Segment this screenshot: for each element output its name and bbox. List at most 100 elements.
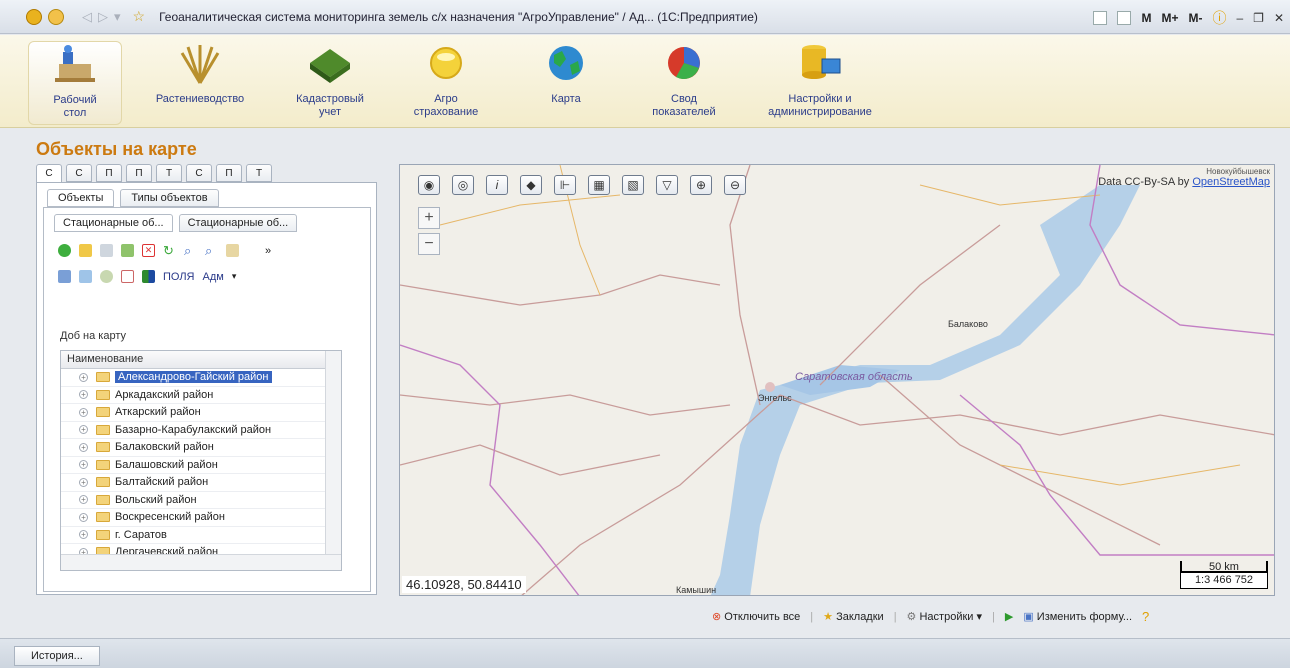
table-row[interactable]: + Вольский район — [61, 492, 341, 509]
table-row[interactable]: + Аркадакский район — [61, 387, 341, 404]
ribbon-settings-label: Настройки и администрирование — [768, 93, 872, 118]
measure-area-icon[interactable]: ▦ — [588, 175, 610, 195]
table-row[interactable]: + Балаковский район — [61, 439, 341, 457]
adm-dropdown[interactable]: Адм — [203, 271, 224, 283]
main-menu-icon[interactable] — [48, 8, 64, 25]
vertical-scrollbar[interactable] — [325, 351, 341, 554]
info-tool-icon[interactable]: i — [486, 175, 508, 195]
expand-icon[interactable]: + — [79, 512, 88, 522]
expand-icon[interactable]: + — [79, 390, 88, 400]
search-icon[interactable]: ⌕ — [184, 244, 197, 257]
letter-tab[interactable]: П — [216, 164, 242, 182]
map-view-icon[interactable] — [79, 270, 92, 283]
help-icon[interactable]: ? — [1142, 609, 1149, 624]
measure-polygon-icon[interactable]: ▧ — [622, 175, 644, 195]
filter-icon[interactable]: ▽ — [656, 175, 678, 195]
memory-minus-button[interactable]: M- — [1188, 11, 1202, 25]
add-icon[interactable] — [58, 244, 71, 257]
calendar-icon[interactable] — [1117, 11, 1132, 25]
zoom-in-button[interactable]: + — [418, 207, 440, 229]
history-button[interactable]: История... — [14, 646, 100, 666]
letter-tab[interactable]: П — [96, 164, 122, 182]
pan-tool-icon[interactable]: ◆ — [520, 175, 542, 195]
zoom-out-button[interactable]: − — [418, 233, 440, 255]
edit-pencil-icon[interactable] — [121, 244, 134, 257]
calculator-icon[interactable] — [1093, 11, 1108, 25]
minimize-button[interactable]: – — [1236, 11, 1243, 25]
target-tool-icon[interactable]: ◎ — [452, 175, 474, 195]
tab-object-types[interactable]: Типы объектов — [120, 189, 219, 207]
expand-icon[interactable]: + — [79, 530, 88, 540]
ribbon-summary[interactable]: Свод показателей — [636, 41, 732, 119]
map-view[interactable]: ◉ ◎ i ◆ ⊩ ▦ ▧ ▽ ⊕ ⊖ + − Новокуйбышевск D… — [399, 164, 1275, 596]
nav-arrows-icon[interactable]: ◁▷▾ — [82, 9, 127, 25]
table-row[interactable]: + Александрово-Гайский район — [61, 369, 341, 387]
ribbon-map-label: Карта — [551, 93, 581, 105]
play-icon[interactable]: ▶ — [1005, 610, 1013, 623]
expand-icon[interactable]: + — [79, 425, 88, 435]
letter-tab[interactable]: С — [186, 164, 212, 182]
table-row[interactable]: + Базарно-Карабулакский район — [61, 422, 341, 439]
1c-logo-icon[interactable] — [26, 8, 42, 25]
settings-button[interactable]: ⚙ Настройки ▾ — [907, 610, 982, 623]
delete-icon[interactable]: ✕ — [142, 244, 155, 257]
table-row[interactable]: + Воскресенский район — [61, 509, 341, 527]
map-toolbar: ◉ ◎ i ◆ ⊩ ▦ ▧ ▽ ⊕ ⊖ — [418, 175, 746, 195]
expand-icon[interactable]: + — [79, 460, 88, 470]
change-form-button[interactable]: ▣ Изменить форму... — [1023, 610, 1132, 623]
expand-icon[interactable]: + — [79, 495, 88, 505]
column-header-name[interactable]: Наименование — [61, 351, 341, 369]
tab-objects[interactable]: Объекты — [47, 189, 115, 207]
tab-stationary-2[interactable]: Стационарные об... — [178, 214, 298, 232]
add-to-map-label[interactable]: Доб на карту — [60, 330, 126, 342]
contour-icon[interactable] — [121, 270, 134, 283]
ribbon-crop[interactable]: Растениеводство — [140, 41, 260, 106]
zoom-in-tool-icon[interactable]: ⊕ — [690, 175, 712, 195]
table-row[interactable]: + Балашовский район — [61, 457, 341, 474]
ribbon-cadastre[interactable]: Кадастровый учет — [280, 41, 380, 119]
folder-icon — [96, 407, 110, 418]
ribbon-settings[interactable]: Настройки и администрирование — [752, 41, 888, 119]
bars-icon[interactable] — [142, 270, 155, 283]
ribbon-map[interactable]: Карта — [520, 41, 612, 106]
adm-dropdown-chevron-icon[interactable]: ▾ — [232, 271, 237, 282]
expand-icon[interactable]: + — [79, 407, 88, 417]
letter-tab[interactable]: Т — [246, 164, 272, 182]
expand-icon[interactable]: + — [79, 442, 88, 452]
horizontal-scrollbar[interactable] — [61, 554, 341, 570]
ribbon-desktop[interactable]: Рабочий стол — [28, 41, 122, 125]
expand-icon[interactable]: + — [79, 372, 88, 382]
favorite-star-icon[interactable]: ☆ — [133, 8, 146, 25]
area-icon[interactable] — [100, 270, 113, 283]
letter-tab[interactable]: Т — [156, 164, 182, 182]
globe-tool-icon[interactable]: ◉ — [418, 175, 440, 195]
expand-icon[interactable]: + — [79, 477, 88, 487]
folder-icon — [96, 477, 110, 488]
map-layer-icon[interactable] — [58, 270, 71, 283]
letter-tab[interactable]: П — [126, 164, 152, 182]
close-button[interactable]: ✕ — [1274, 11, 1284, 25]
restore-button[interactable]: ❐ — [1253, 11, 1264, 25]
bookmarks-button[interactable]: ★ Закладки — [823, 610, 884, 623]
letter-tab[interactable]: С — [36, 164, 62, 182]
table-row[interactable]: + Балтайский район — [61, 474, 341, 492]
info-icon[interactable]: ⓘ — [1212, 8, 1226, 28]
tab-stationary-1[interactable]: Стационарные об... — [54, 214, 173, 232]
table-row[interactable]: + Аткарский район — [61, 404, 341, 422]
fields-link[interactable]: ПОЛЯ — [163, 271, 195, 283]
find-icon[interactable]: ⌕ — [205, 244, 218, 257]
copy-icon[interactable] — [100, 244, 113, 257]
osm-link[interactable]: OpenStreetMap — [1192, 176, 1270, 188]
memory-plus-button[interactable]: M+ — [1161, 11, 1178, 25]
zoom-out-tool-icon[interactable]: ⊖ — [724, 175, 746, 195]
letter-tab[interactable]: С — [66, 164, 92, 182]
table-row[interactable]: + г. Саратов — [61, 527, 341, 544]
refresh-icon[interactable]: ↻ — [163, 244, 176, 257]
add-folder-icon[interactable] — [79, 244, 92, 257]
measure-length-icon[interactable]: ⊩ — [554, 175, 576, 195]
disable-all-button[interactable]: ⊗ Отключить все — [712, 610, 800, 623]
memory-m-button[interactable]: M — [1141, 11, 1151, 25]
more-chevron-icon[interactable]: » — [265, 245, 271, 257]
ribbon-insurance[interactable]: Агро страхование — [398, 41, 494, 119]
print-icon[interactable] — [226, 244, 239, 257]
